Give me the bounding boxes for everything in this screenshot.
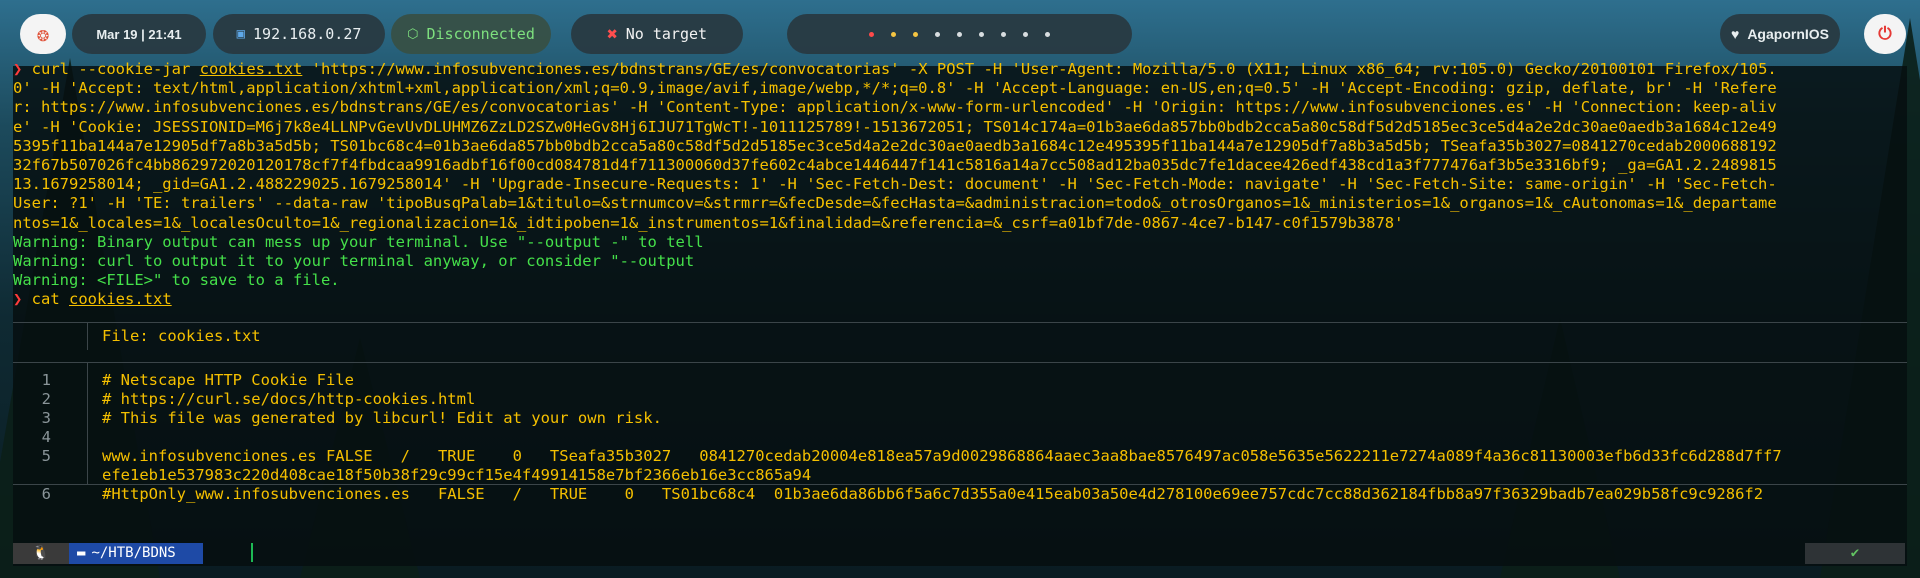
terminal-window[interactable]: ❯ curl --cookie-jar cookies.txt 'https:/… — [13, 60, 1907, 566]
path-segment: ▬ ~/HTB/BDNS — [69, 543, 203, 564]
terminal-line: ❯ cat cookies.txt — [13, 290, 172, 309]
target-label: No target — [625, 25, 708, 43]
workspace-switcher — [787, 14, 1132, 54]
parrot-logo-icon: ❂ — [36, 22, 50, 46]
workspace-dot[interactable] — [979, 31, 984, 37]
clock-widget: Mar 19 | 21:41 — [72, 14, 206, 54]
username: AgapornIOS — [1747, 26, 1829, 42]
command-text: curl --cookie-jar — [31, 60, 200, 78]
command-text: r: https://www.infosubvenciones.es/bdnst… — [13, 98, 1777, 117]
file-line-text: efe1eb1e537983c220d408cae18f50b38f29c99c… — [102, 466, 812, 484]
terminal-line: ❯ curl --cookie-jar cookies.txt 'https:/… — [13, 60, 1777, 79]
line-number: 4 — [41, 428, 51, 446]
command-text: e' -H 'Cookie: JSESSIONID=M6j7k8e4LLNPvG… — [13, 117, 1777, 136]
bat-header-rule — [13, 362, 1907, 363]
file-line-text: # Netscape HTTP Cookie File — [102, 371, 354, 389]
line-number: 3 — [41, 409, 51, 427]
workspace-dot[interactable] — [935, 31, 940, 37]
workspace-dot[interactable] — [891, 31, 896, 37]
file-line-text: www.infosubvenciones.es FALSE / TRUE 0 T… — [102, 447, 1782, 465]
ip-widget[interactable]: ▣ 192.168.0.27 — [213, 14, 385, 54]
command-text: 0' -H 'Accept: text/html,application/xht… — [13, 79, 1777, 98]
check-icon: ✔ — [1850, 545, 1860, 561]
prompt-statusline: 🐧 ▬ ~/HTB/BDNS ✔ — [13, 543, 1907, 564]
command-text: ntos=1&_locales=1&_localesOculto=1&_regi… — [13, 213, 1404, 232]
target-x-icon: ✖ — [606, 23, 618, 45]
os-segment: 🐧 — [13, 543, 69, 564]
terminal-line: ntos=1&_locales=1&_localesOculto=1&_regi… — [13, 214, 1403, 233]
terminal-line: 32f67b507026fc4bb862972020120178cf7f4fbd… — [13, 156, 1777, 175]
terminal-line: r: https://www.infosubvenciones.es/bdnst… — [13, 98, 1777, 117]
workspace-dot[interactable] — [913, 31, 918, 37]
date-time: Mar 19 | 21:41 — [96, 26, 182, 42]
terminal-line: 5395f11ba144a7e12905df7a8b3a5d5b; TS01bc… — [13, 137, 1777, 156]
file-line-text: # This file was generated by libcurl! Ed… — [102, 409, 662, 427]
terminal-line: 13.1679258014; _gid=GA1.2.488229025.1679… — [13, 175, 1777, 194]
line-number: 6 — [41, 485, 51, 503]
target-widget[interactable]: ✖ No target — [571, 14, 743, 54]
file-line-text: #HttpOnly_www.infosubvenciones.es FALSE … — [102, 485, 1764, 503]
bat-gutter-divider — [87, 362, 88, 484]
warning-text: Warning: curl to output it to your termi… — [13, 252, 695, 270]
workspace-dot[interactable] — [1023, 31, 1028, 37]
prompt-chevron: ❯ — [13, 60, 32, 78]
power-button[interactable]: ⏻ — [1864, 14, 1906, 54]
vpn-status: Disconnected — [426, 25, 535, 43]
workspace-dot[interactable] — [957, 31, 962, 37]
workspace-dot[interactable] — [1001, 31, 1006, 37]
ip-address: 192.168.0.27 — [253, 25, 362, 43]
text-cursor — [251, 543, 253, 562]
file-line-text: # https://curl.se/docs/http-cookies.html — [102, 390, 476, 408]
warning-text: Warning: Binary output can mess up your … — [13, 232, 704, 251]
current-path: ~/HTB/BDNS — [91, 545, 176, 561]
top-bar: ❂ Mar 19 | 21:41 ▣ 192.168.0.27 ⬡ Discon… — [0, 14, 1920, 54]
bat-file-label: File: cookies.txt — [102, 327, 261, 345]
tux-icon: 🐧 — [32, 545, 50, 561]
user-widget[interactable]: ♥ AgapornIOS — [1720, 14, 1840, 54]
file-path-link[interactable]: cookies.txt — [200, 60, 303, 78]
terminal-line: User: ?1' -H 'TE: trailers' --data-raw '… — [13, 194, 1777, 213]
line-number: 5 — [41, 447, 51, 465]
workspace-dot[interactable] — [869, 31, 874, 37]
terminal-line: 0' -H 'Accept: text/html,application/xht… — [13, 79, 1777, 98]
monitor-icon: ▣ — [236, 26, 246, 42]
terminal-line: e' -H 'Cookie: JSESSIONID=M6j7k8e4LLNPvG… — [13, 118, 1777, 137]
status-segment: ✔ — [1805, 543, 1905, 564]
command-text: User: ?1' -H 'TE: trailers' --data-raw '… — [13, 194, 1777, 213]
line-number: 2 — [41, 390, 51, 408]
power-icon: ⏻ — [1878, 24, 1892, 44]
prompt-chevron: ❯ — [13, 290, 32, 309]
launcher-button[interactable]: ❂ — [20, 14, 66, 54]
cube-icon: ⬡ — [407, 26, 419, 42]
command-text: 32f67b507026fc4bb862972020120178cf7f4fbd… — [13, 156, 1777, 174]
command-text: 5395f11ba144a7e12905df7a8b3a5d5b; TS01bc… — [13, 136, 1777, 155]
bat-top-rule — [13, 322, 1907, 323]
vpn-widget[interactable]: ⬡ Disconnected — [391, 14, 551, 54]
warning-text: Warning: <FILE>" to save to a file. — [13, 271, 340, 290]
folder-icon: ▬ — [77, 545, 86, 561]
bat-bottom-rule — [13, 484, 1907, 485]
command-text: 13.1679258014; _gid=GA1.2.488229025.1679… — [13, 175, 1777, 194]
command-text: cat — [31, 290, 69, 309]
workspace-dot[interactable] — [1045, 31, 1050, 37]
line-number: 1 — [41, 371, 51, 389]
terminal-line: Warning: <FILE>" to save to a file. — [13, 271, 340, 290]
terminal-line: Warning: Binary output can mess up your … — [13, 233, 704, 252]
terminal-line: Warning: curl to output it to your termi… — [13, 252, 694, 271]
command-text: 'https://www.infosubvenciones.es/bdnstra… — [302, 60, 1777, 78]
bat-header-divider — [87, 322, 88, 350]
file-path-link[interactable]: cookies.txt — [69, 290, 172, 308]
heart-icon: ♥ — [1731, 26, 1740, 42]
